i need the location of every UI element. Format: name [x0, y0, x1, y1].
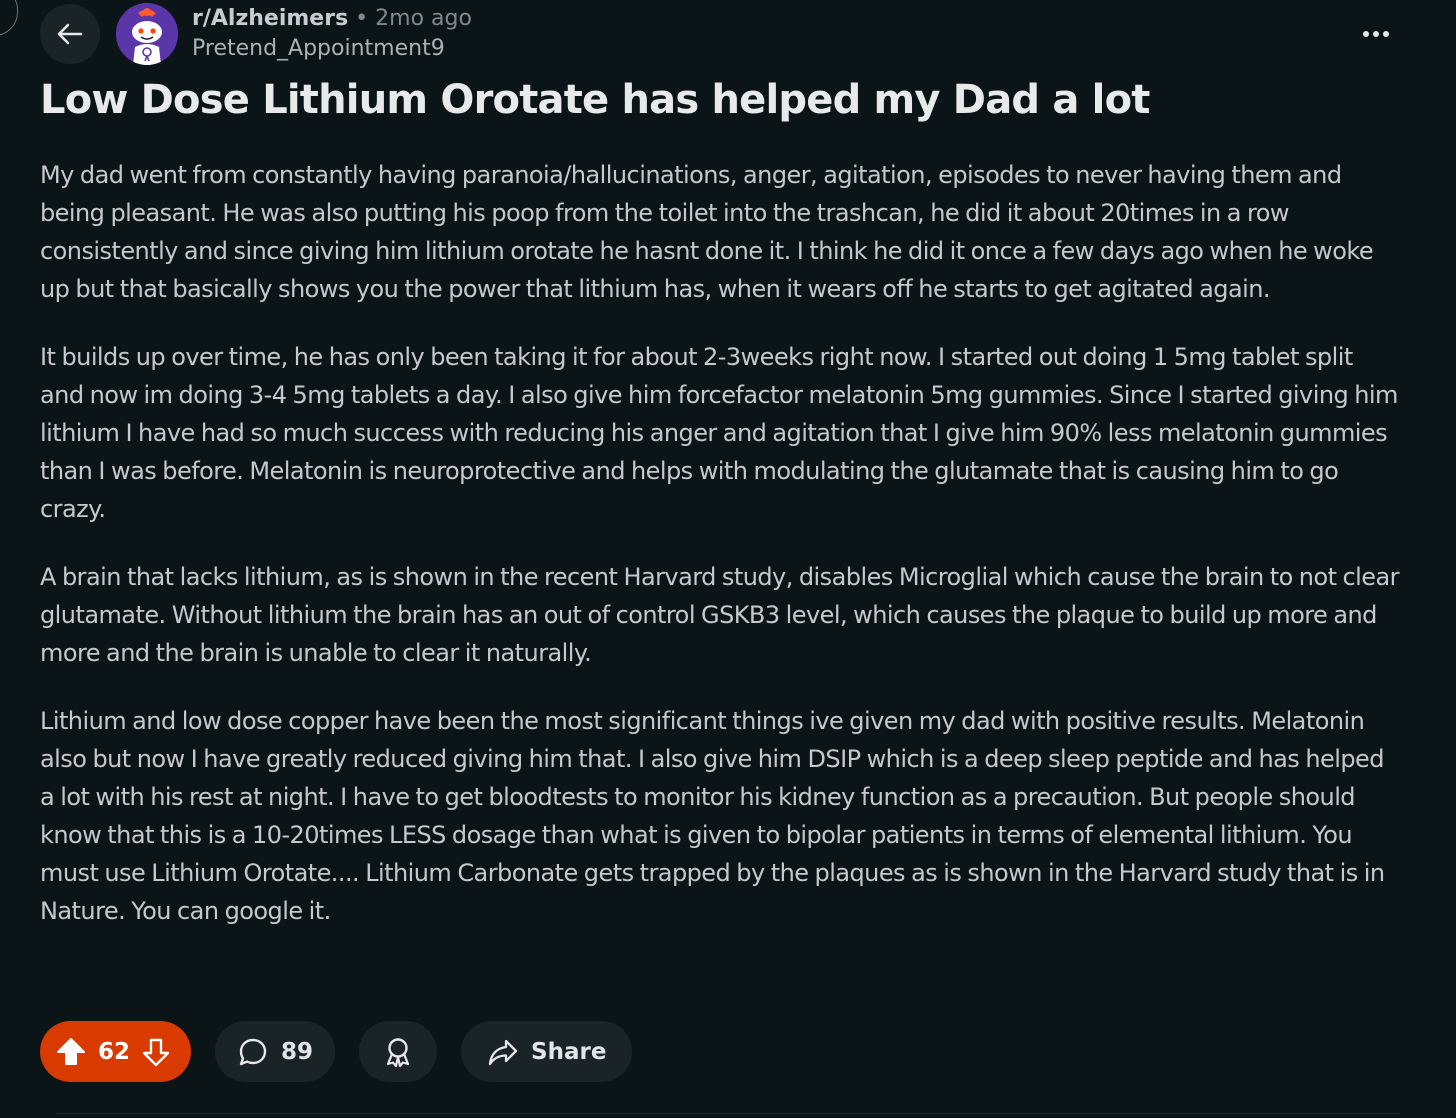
- comments-button[interactable]: 89: [215, 1021, 336, 1082]
- snoo-avatar-icon: [116, 3, 178, 65]
- vote-count: 62: [98, 1038, 131, 1065]
- post-title: Low Dose Lithium Orotate has helped my D…: [40, 77, 1150, 123]
- back-button[interactable]: [40, 4, 100, 64]
- post-paragraph: It builds up over time, he has only been…: [40, 343, 1398, 523]
- post-header: r/Alzheimers • 2mo ago Pretend_Appointme…: [40, 2, 1400, 66]
- more-horizontal-icon: [1362, 30, 1390, 38]
- post-meta-top: r/Alzheimers • 2mo ago: [192, 4, 472, 34]
- post-meta: r/Alzheimers • 2mo ago Pretend_Appointme…: [192, 4, 472, 64]
- menu-edge-button[interactable]: [0, 0, 18, 36]
- post-paragraph: Lithium and low dose copper have been th…: [40, 707, 1385, 925]
- arrow-left-icon: [55, 19, 85, 49]
- post-paragraph: A brain that lacks lithium, as is shown …: [40, 563, 1400, 667]
- share-label: Share: [531, 1038, 607, 1065]
- author-link[interactable]: Pretend_Appointment9: [192, 34, 472, 64]
- meta-separator: •: [355, 6, 369, 31]
- comment-bubble-icon: [237, 1036, 269, 1068]
- post-body: My dad went from constantly having paran…: [40, 156, 1400, 960]
- upvote-button[interactable]: [54, 1035, 88, 1069]
- post-detail-page: r/Alzheimers • 2mo ago Pretend_Appointme…: [0, 0, 1456, 1118]
- award-button[interactable]: [359, 1021, 438, 1082]
- downvote-arrow-icon: [142, 1038, 170, 1066]
- share-arrow-icon: [487, 1037, 519, 1067]
- subreddit-avatar[interactable]: [116, 3, 178, 65]
- divider: [56, 1113, 1400, 1114]
- comment-count: 89: [281, 1038, 314, 1065]
- share-button[interactable]: Share: [461, 1021, 633, 1082]
- subreddit-link[interactable]: r/Alzheimers: [192, 6, 348, 31]
- more-options-button[interactable]: [1352, 10, 1400, 58]
- award-icon: [383, 1036, 413, 1068]
- upvote-arrow-icon: [57, 1037, 85, 1065]
- downvote-button[interactable]: [140, 1036, 172, 1068]
- post-action-bar: 62 89 Share: [40, 1021, 633, 1082]
- post-paragraph: My dad went from constantly having paran…: [40, 161, 1374, 303]
- post-age: 2mo ago: [375, 6, 472, 31]
- vote-control: 62: [40, 1021, 191, 1082]
